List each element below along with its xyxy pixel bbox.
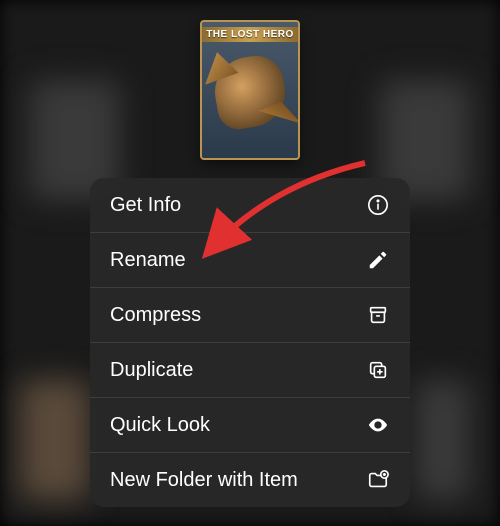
- context-menu: Get Info Rename Compress Duplica: [90, 178, 410, 507]
- eye-icon: [366, 413, 390, 437]
- menu-item-label: Rename: [110, 249, 186, 272]
- folder-plus-icon: [366, 468, 390, 492]
- menu-item-label: New Folder with Item: [110, 469, 298, 492]
- menu-get-info[interactable]: Get Info: [90, 178, 410, 233]
- archive-icon: [366, 303, 390, 327]
- menu-item-label: Duplicate: [110, 359, 193, 382]
- blurred-item: [20, 380, 90, 500]
- book-title: THE LOST HERO: [202, 29, 298, 40]
- menu-rename[interactable]: Rename: [90, 233, 410, 288]
- menu-item-label: Quick Look: [110, 414, 210, 437]
- blurred-item: [415, 380, 470, 500]
- menu-item-label: Compress: [110, 304, 201, 327]
- info-icon: [366, 193, 390, 217]
- book-title-band: THE LOST HERO: [202, 27, 298, 42]
- menu-new-folder-with-item[interactable]: New Folder with Item: [90, 453, 410, 507]
- menu-compress[interactable]: Compress: [90, 288, 410, 343]
- duplicate-icon: [366, 358, 390, 382]
- book-cover-art: [202, 42, 298, 142]
- menu-quick-look[interactable]: Quick Look: [90, 398, 410, 453]
- pencil-icon: [366, 248, 390, 272]
- menu-duplicate[interactable]: Duplicate: [90, 343, 410, 398]
- menu-item-label: Get Info: [110, 194, 181, 217]
- book-thumbnail[interactable]: THE LOST HERO: [200, 20, 300, 160]
